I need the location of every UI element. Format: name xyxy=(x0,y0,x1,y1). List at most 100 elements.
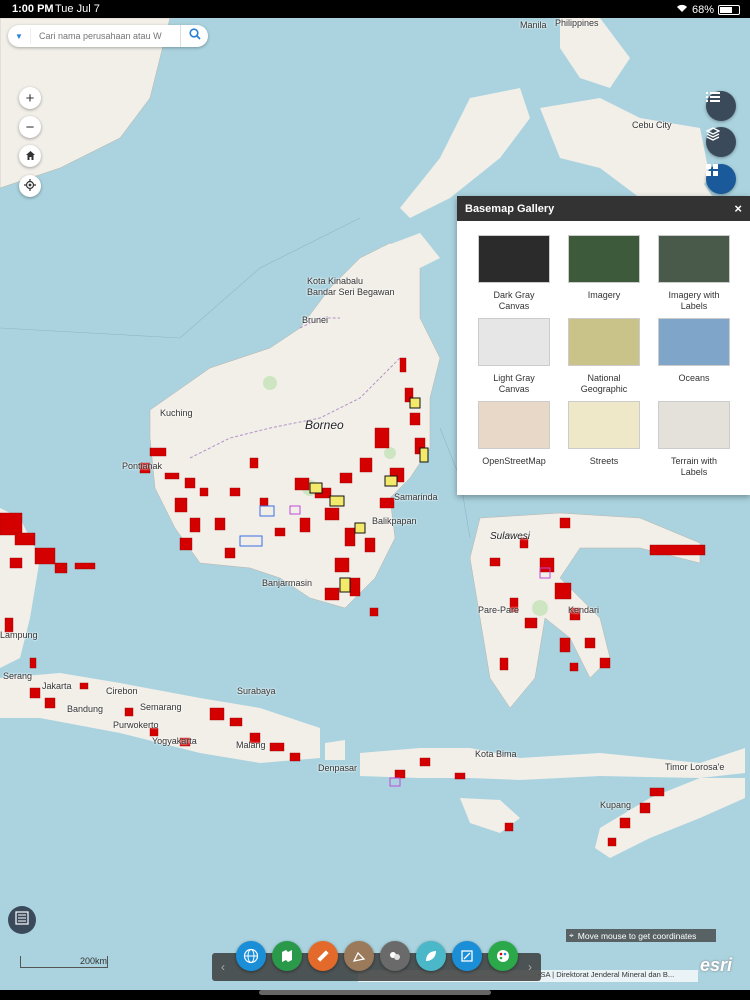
basemap-item[interactable]: Oceans xyxy=(657,318,731,395)
label-balikpapan: Balikpapan xyxy=(372,516,417,526)
draw-icon[interactable] xyxy=(343,941,374,971)
label-serang: Serang xyxy=(3,671,33,681)
status-time: 1:00 PM xyxy=(12,3,54,15)
label-bandar-seri-begawan: Bandar Seri Begawan xyxy=(307,287,395,297)
basemap-item[interactable]: National Geographic xyxy=(567,318,641,395)
home-indicator[interactable] xyxy=(259,990,491,995)
next-arrow-icon[interactable]: › xyxy=(525,960,535,974)
wifi-icon xyxy=(676,3,688,16)
basemap-label: Oceans xyxy=(678,373,710,383)
label-denpasar: Denpasar xyxy=(318,763,358,773)
label-philippines: Philippines xyxy=(555,18,599,28)
label-cebu: Cebu City xyxy=(632,120,672,130)
basemap-item[interactable]: Streets xyxy=(567,401,641,478)
basemap-thumbnail xyxy=(568,235,640,283)
search-bar: ▼ xyxy=(8,25,208,47)
palette-icon[interactable] xyxy=(487,941,518,971)
feedback-icon[interactable] xyxy=(379,941,410,971)
tool-carousel: ‹ › xyxy=(212,941,541,981)
label-samarinda: Samarinda xyxy=(394,492,438,502)
map-canvas xyxy=(0,18,745,858)
battery-percent: 68% xyxy=(691,3,714,16)
leaf-icon[interactable] xyxy=(415,941,446,971)
measure-icon[interactable] xyxy=(307,941,338,971)
status-bar: 1:00 PM Tue Jul 7 68% xyxy=(0,0,750,18)
gallery-list[interactable]: Dark Gray Canvas Imagery Imagery with Labe… xyxy=(457,221,750,495)
gallery-header: Basemap Gallery × xyxy=(457,196,750,221)
basemap-label: National Geographic xyxy=(580,373,628,394)
label-kupang: Kupang xyxy=(600,800,632,810)
label-kuching: Kuching xyxy=(160,408,193,418)
label-pontianak: Pontianak xyxy=(122,461,163,471)
label-pare-pare: Pare-Pare xyxy=(478,605,520,615)
basemap-label: Imagery xyxy=(587,290,621,300)
basemap-gallery-panel: Basemap Gallery × Dark Gray Canvas Imager… xyxy=(457,196,750,495)
scale-bar: 200km xyxy=(20,956,108,968)
print-icon[interactable] xyxy=(451,941,482,971)
label-manila: Manila xyxy=(520,20,547,30)
basemap-label: Terrain with Labels xyxy=(670,456,717,477)
tool-icons xyxy=(235,941,518,971)
basemap-label: Dark Gray Canvas xyxy=(493,290,535,311)
label-bandung: Bandung xyxy=(67,704,104,714)
basemap-label: Light Gray Canvas xyxy=(493,373,535,394)
label-kota-bima: Kota Bima xyxy=(475,749,517,759)
basemap-item[interactable]: OpenStreetMap xyxy=(477,401,551,478)
battery-icon xyxy=(718,4,740,15)
basemap-label: Streets xyxy=(589,456,619,466)
label-jakarta: Jakarta xyxy=(42,681,72,691)
previous-arrow-icon[interactable]: ‹ xyxy=(218,960,228,974)
search-icon xyxy=(188,27,201,45)
basemap-item[interactable]: Terrain with Labels xyxy=(657,401,731,478)
basemap-thumbnail xyxy=(568,401,640,449)
basemap-thumbnail xyxy=(478,318,550,366)
search-source-dropdown[interactable]: ▼ xyxy=(8,25,30,47)
locate-icon xyxy=(24,178,36,195)
basemap-label: OpenStreetMap xyxy=(482,456,546,466)
search-button[interactable] xyxy=(180,25,208,47)
home-icon xyxy=(25,148,36,165)
basemap-label: Imagery with Labels xyxy=(668,290,720,311)
locate-button[interactable] xyxy=(19,175,41,197)
basemap-item[interactable]: Dark Gray Canvas xyxy=(477,235,551,312)
label-purwokerto: Purwokerto xyxy=(113,720,159,730)
basemap-thumbnail xyxy=(658,235,730,283)
globe-icon[interactable] xyxy=(235,941,266,971)
zoom-in-button[interactable]: + xyxy=(19,87,41,109)
layers-button[interactable] xyxy=(706,127,736,157)
basemap-item[interactable]: Light Gray Canvas xyxy=(477,318,551,395)
label-brunei: Brunei xyxy=(302,315,329,325)
coordinates-widget[interactable]: ⌖ Move mouse to get coordinates xyxy=(566,929,716,942)
map-export-icon[interactable] xyxy=(271,941,302,971)
basemap-thumbnail xyxy=(658,401,730,449)
table-toggle-button[interactable] xyxy=(8,906,36,934)
basemap-thumbnail xyxy=(568,318,640,366)
label-banjarmasin: Banjarmasin xyxy=(262,578,313,588)
map-view[interactable]: Philippines Cebu City Manila Kota Kinaba… xyxy=(0,18,750,990)
close-icon[interactable]: × xyxy=(734,201,742,216)
label-sulawesi: Sulawesi xyxy=(490,531,531,542)
label-malang: Malang xyxy=(236,740,266,750)
basemap-thumbnail xyxy=(478,235,550,283)
home-button[interactable] xyxy=(19,145,41,167)
zoom-out-button[interactable]: − xyxy=(19,116,41,138)
status-date: Tue Jul 7 xyxy=(55,3,100,15)
label-yogyakarta: Yogyakarta xyxy=(152,736,197,746)
legend-button[interactable] xyxy=(706,91,736,121)
basemap-gallery-button[interactable] xyxy=(706,164,736,194)
label-lampung: Lampung xyxy=(0,630,38,640)
label-borneo: Borneo xyxy=(305,418,344,432)
label-kota-kinabalu: Kota Kinabalu xyxy=(307,276,364,286)
label-surabaya: Surabaya xyxy=(237,686,276,696)
label-kendari: Kendari xyxy=(568,605,600,615)
basemap-thumbnail xyxy=(658,318,730,366)
label-cirebon: Cirebon xyxy=(106,686,138,696)
search-input[interactable] xyxy=(30,28,180,44)
crosshair-icon: ⌖ xyxy=(569,930,574,940)
table-icon xyxy=(15,910,29,930)
basemap-item[interactable]: Imagery xyxy=(567,235,641,312)
label-timor: Timor Lorosa'e xyxy=(665,762,725,772)
esri-logo: esri xyxy=(700,955,733,975)
basemap-item[interactable]: Imagery with Labels xyxy=(657,235,731,312)
scale-label: 200km xyxy=(79,956,107,966)
